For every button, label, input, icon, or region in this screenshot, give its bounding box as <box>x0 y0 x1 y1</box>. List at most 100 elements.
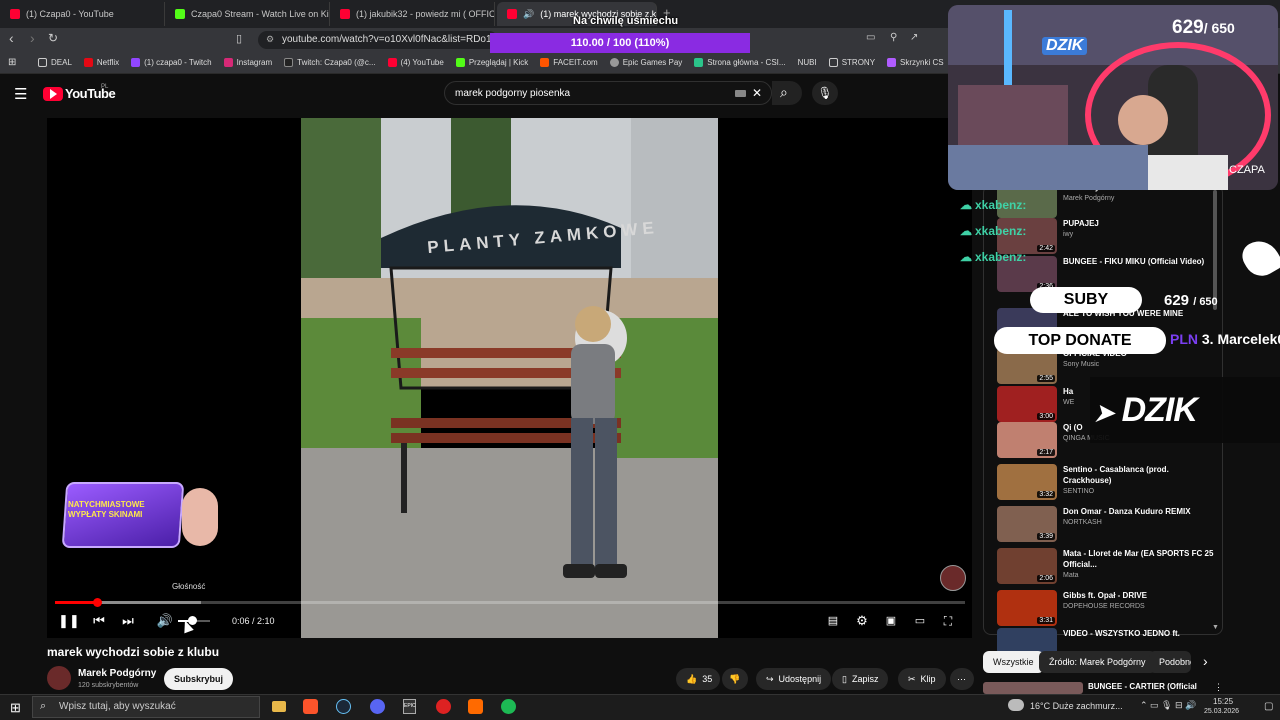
mute-button[interactable]: 🔊 <box>156 612 174 630</box>
bookmark-nubi[interactable]: NUBI <box>798 58 817 67</box>
next-button[interactable]: ⏭ <box>120 612 136 630</box>
channel-name[interactable]: Marek Podgórny <box>78 668 156 679</box>
menu-icon[interactable]: ☰ <box>14 85 27 103</box>
bottom-item-menu-icon[interactable]: ⋮ <box>1214 682 1223 693</box>
video-thumbnail[interactable]: 3:39 <box>997 506 1057 542</box>
video-duration: 2:55 <box>1037 375 1055 382</box>
steam-icon[interactable] <box>336 699 351 714</box>
ad-overlay[interactable]: NATYCHMIASTOWE WYPŁATY SKINAMI <box>61 470 222 558</box>
video-frame[interactable]: PLANTY ZAMKOWE <box>301 118 718 638</box>
previous-button[interactable]: ⏮ <box>91 612 107 630</box>
save-button[interactable]: ▯ Zapisz <box>832 668 889 690</box>
reload-icon[interactable]: ↻ <box>48 31 58 45</box>
spotify-icon[interactable] <box>501 699 516 714</box>
chat-message: ☁ xkabenz: <box>960 250 1027 264</box>
tab-label: (1) Czapa0 - YouTube <box>26 9 114 19</box>
clock-date[interactable]: 25.03.2026 <box>1204 708 1239 715</box>
bookmark-csi[interactable]: Strona główna - CSI... <box>694 58 786 67</box>
ad-character <box>182 488 218 546</box>
bottom-item-thumbnail[interactable] <box>983 682 1083 694</box>
bookmark-instagram[interactable]: Instagram <box>223 58 272 67</box>
video-thumbnail[interactable]: 2:17 <box>997 422 1057 458</box>
back-icon[interactable]: ‹ <box>9 30 14 46</box>
playlist-item[interactable]: 2:42 PUPAJEJ iwy <box>997 218 1217 256</box>
tab-czapa-youtube[interactable]: (1) Czapa0 - YouTube <box>0 2 165 26</box>
dislike-button[interactable]: 👎 <box>722 668 748 690</box>
clear-search-icon[interactable]: ✕ <box>752 86 762 100</box>
video-thumbnail[interactable]: 3:32 <box>997 464 1057 500</box>
tab-kick-stream[interactable]: Czapa0 Stream - Watch Live on Kick <box>165 2 330 26</box>
file-explorer-icon[interactable] <box>272 701 286 712</box>
apps-grid-icon[interactable]: ⊞ <box>8 57 16 68</box>
pause-button[interactable]: ❚❚ <box>58 612 80 630</box>
weather-icon[interactable] <box>1008 699 1024 711</box>
brand-text: DZIK <box>1121 391 1198 429</box>
progress-scrubber[interactable] <box>93 598 102 607</box>
bookmark-kick[interactable]: Przeglądaj | Kick <box>455 58 528 67</box>
bookmark-deal[interactable]: DEAL <box>38 58 72 67</box>
weather-text[interactable]: 16°C Duże zachmurz... <box>1030 701 1123 711</box>
miniplayer-button[interactable]: ▣ <box>883 612 899 630</box>
bookmark-netflix[interactable]: Netflix <box>83 58 119 67</box>
playlist-item[interactable]: 3:31 Gibbs ft. Opał - DRIVE DOPEHOUSE RECO… <box>997 590 1217 628</box>
playlist-item[interactable]: 3:32 Sentino - Casablanca (prod. Crackhou… <box>997 464 1217 502</box>
like-button[interactable]: 👍 35 <box>676 668 720 690</box>
bookmark-twitch[interactable]: (1) czapa0 - Twitch <box>131 58 212 67</box>
chip-source[interactable]: Źródło: Marek Podgórny <box>1039 651 1156 673</box>
channel-avatar[interactable] <box>47 666 71 690</box>
cast-button[interactable]: ▭ <box>912 612 928 630</box>
bookmark-strony[interactable]: STRONY <box>828 58 875 67</box>
bookmark-tiktok[interactable]: Twitch: Czapa0 (@c... <box>284 58 376 67</box>
channel-watermark[interactable] <box>940 565 966 591</box>
playlist-item-channel: Marek Podgórny <box>1063 195 1115 202</box>
scissors-icon: ✂ <box>908 673 916 684</box>
bookmark-epic[interactable]: Epic Games Pay <box>609 58 682 67</box>
forward-icon[interactable]: › <box>30 30 35 46</box>
voice-search-button[interactable]: 🎙 <box>812 81 838 105</box>
subscribe-button[interactable]: Subskrybuj <box>164 668 234 690</box>
thumbs-down-icon: 👎 <box>729 673 741 684</box>
bookmark-icon[interactable]: ▯ <box>236 32 242 45</box>
search-input[interactable]: marek podgorny piosenka ✕ <box>444 81 772 105</box>
search-button[interactable]: ⌕ <box>772 81 802 105</box>
fullscreen-button[interactable]: ⛶ <box>940 612 956 630</box>
discord-icon[interactable] <box>370 699 385 714</box>
epic-games-icon[interactable]: EPIC <box>403 699 416 714</box>
bookmark-youtube[interactable]: (4) YouTube <box>387 58 444 67</box>
settings-button[interactable]: ⚙ <box>854 612 870 630</box>
app-icon[interactable] <box>436 699 451 714</box>
share-icon[interactable]: ↗ <box>910 32 918 43</box>
scroll-down-icon[interactable]: ▼ <box>1212 624 1219 631</box>
windows-start-icon[interactable]: ⊞ <box>10 700 21 716</box>
bookmark-skrzynki[interactable]: Skrzynki CS <box>887 58 944 67</box>
playlist-item[interactable]: 2:06 Mata - Lloret de Mar (EA SPORTS FC 2… <box>997 548 1217 586</box>
address-field[interactable]: ⚙ youtube.com/watch?v=o10Xvl0fNac&list=R… <box>258 31 498 49</box>
chip-similar[interactable]: Podobne <box>1149 651 1191 673</box>
faceit-icon[interactable] <box>468 699 483 714</box>
video-thumbnail[interactable]: 3:00 <box>997 386 1057 422</box>
chips-next-icon[interactable]: › <box>1203 653 1208 669</box>
video-thumbnail[interactable]: 2:06 <box>997 548 1057 584</box>
keyboard-icon[interactable] <box>735 90 746 97</box>
playlist-item-text: Gibbs ft. Opał - DRIVE DOPEHOUSE RECORDS <box>1063 590 1147 628</box>
more-actions-button[interactable]: ⋯ <box>950 668 974 690</box>
clip-button[interactable]: ✂ Klip <box>898 668 946 690</box>
fullscreen-icon: ⛶ <box>943 614 953 628</box>
tray-icons[interactable]: ⌃ ▭ 🎙 ⊟ 🔊 <box>1140 700 1196 711</box>
youtube-icon <box>340 9 350 19</box>
cast-icon[interactable]: ▭ <box>866 32 875 43</box>
brave-icon[interactable] <box>303 699 318 714</box>
bookmark-faceit[interactable]: FACEIT.com <box>540 58 598 67</box>
playlist-item[interactable]: 3:39 Don Omar - Danza Kuduro REMIX NORTKAS… <box>997 506 1217 544</box>
subtitles-button[interactable]: ▤ <box>825 612 841 630</box>
share-button[interactable]: ↪ Udostępnij <box>756 668 832 690</box>
bottom-item-title[interactable]: BUNGEE - CARTIER (Official <box>1088 682 1197 691</box>
zoom-icon[interactable]: ⚲ <box>890 32 897 43</box>
chip-all[interactable]: Wszystkie <box>983 651 1044 673</box>
taskbar-search-input[interactable]: ⌕ Wpisz tutaj, aby wyszukać <box>32 696 260 718</box>
video-thumbnail[interactable]: 3:31 <box>997 590 1057 626</box>
notifications-icon[interactable]: ▢ <box>1264 701 1273 712</box>
clock-time[interactable]: 15:25 <box>1213 697 1233 706</box>
tab-jakubik[interactable]: (1) jakubik32 - powiedz mi ( OFFICIAL <box>330 2 495 26</box>
site-info-icon[interactable]: ⚙ <box>266 34 274 45</box>
